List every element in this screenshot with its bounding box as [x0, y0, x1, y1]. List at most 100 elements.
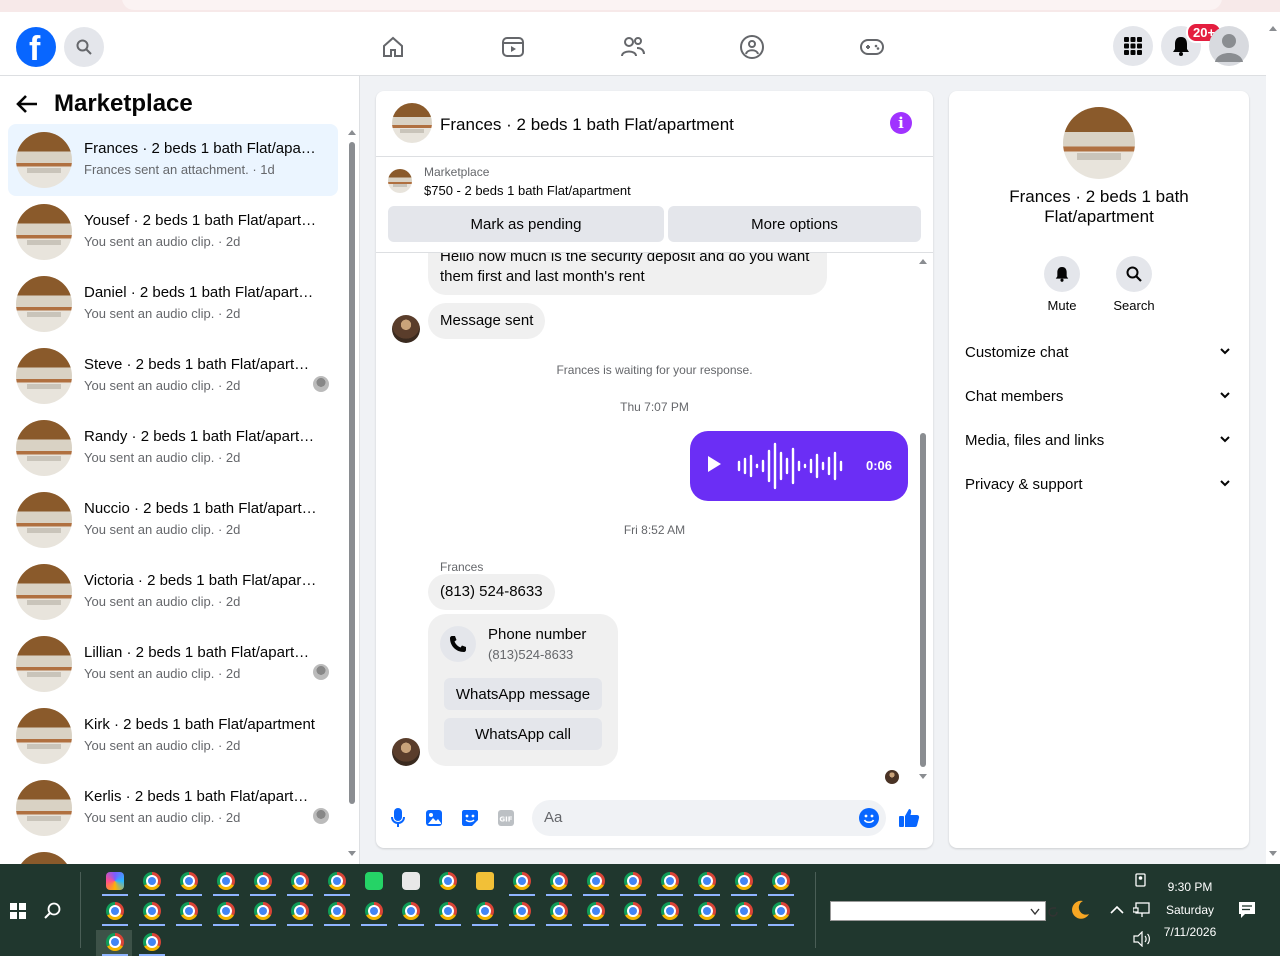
chrome-icon[interactable] — [476, 902, 494, 920]
chat-thumbnail[interactable] — [392, 103, 432, 143]
copilot-icon[interactable] — [106, 872, 124, 890]
chrome-icon[interactable] — [513, 902, 531, 920]
chrome-icon[interactable] — [661, 872, 679, 890]
refresh-icon[interactable] — [1047, 906, 1059, 918]
address-bar[interactable] — [122, 0, 1222, 10]
conversation-item[interactable]: Kerlis · 2 beds 1 bath Flat/apartment You… — [8, 772, 338, 844]
more-options-button[interactable]: More options — [668, 206, 921, 242]
sidebar-scrollbar[interactable] — [347, 128, 357, 864]
chrome-icon[interactable] — [439, 872, 457, 890]
chrome-icon[interactable] — [587, 872, 605, 890]
chrome-icon[interactable] — [291, 872, 309, 890]
chat-scrollbar[interactable] — [917, 257, 929, 781]
chrome-icon[interactable] — [624, 872, 642, 890]
chrome-icon[interactable] — [550, 872, 568, 890]
clock-date[interactable]: 7/11/2026 — [1160, 925, 1220, 939]
chrome-icon[interactable] — [735, 872, 753, 890]
chrome-icon[interactable] — [402, 902, 420, 920]
whatsapp-icon[interactable] — [365, 872, 383, 890]
chrome-icon[interactable] — [328, 902, 346, 920]
chrome-icon[interactable] — [550, 902, 568, 920]
mark-as-pending-button[interactable]: Mark as pending — [388, 206, 664, 242]
friends-nav[interactable] — [618, 32, 648, 62]
chrome-icon[interactable] — [143, 872, 161, 890]
scroll-down-icon[interactable] — [917, 773, 929, 781]
search-button[interactable] — [64, 27, 104, 67]
mute-action[interactable]: Mute — [1030, 256, 1094, 313]
message-input[interactable]: Aa — [532, 800, 886, 836]
scroll-up-icon[interactable] — [917, 257, 929, 265]
audio-message[interactable]: 0:06 — [690, 431, 908, 501]
groups-nav[interactable] — [737, 32, 767, 62]
search-action[interactable]: Search — [1102, 256, 1166, 313]
chrome-icon[interactable] — [365, 902, 383, 920]
scroll-up-icon[interactable] — [1267, 24, 1279, 32]
chrome-icon[interactable] — [106, 933, 124, 951]
chrome-icon[interactable] — [513, 872, 531, 890]
windows-start-icon[interactable] — [10, 903, 26, 919]
chrome-icon[interactable] — [328, 872, 346, 890]
conversation-item[interactable]: Randy · 2 beds 1 bath Flat/apartment You … — [8, 412, 338, 484]
menu-button[interactable] — [1113, 26, 1153, 66]
scroll-down-icon[interactable] — [347, 850, 357, 858]
emoji-icon[interactable] — [859, 808, 879, 828]
page-scrollbar[interactable] — [1266, 12, 1280, 864]
chrome-icon[interactable] — [698, 872, 716, 890]
moon-icon[interactable] — [1069, 899, 1091, 921]
chrome-icon[interactable] — [624, 902, 642, 920]
chat-title[interactable]: Frances · 2 beds 1 bath Flat/apartment — [440, 115, 734, 135]
details-thumbnail[interactable] — [1063, 107, 1135, 179]
chat-scroll-thumb[interactable] — [920, 433, 926, 767]
conversation-item[interactable]: Kirk · 2 beds 1 bath Flat/apartment You s… — [8, 700, 338, 772]
customize-chat-section[interactable]: Customize chat — [949, 331, 1249, 375]
scroll-up-icon[interactable] — [347, 128, 357, 136]
chrome-icon[interactable] — [217, 902, 235, 920]
conversation-item-partial[interactable] — [8, 844, 338, 864]
chrome-icon[interactable] — [180, 872, 198, 890]
chrome-icon[interactable] — [217, 872, 235, 890]
chevron-down-icon[interactable] — [1030, 908, 1040, 916]
chrome-icon[interactable] — [661, 902, 679, 920]
chrome-icon[interactable] — [698, 902, 716, 920]
chrome-icon[interactable] — [735, 902, 753, 920]
chrome-icon[interactable] — [587, 902, 605, 920]
notification-center-icon[interactable] — [1238, 901, 1256, 919]
conversation-item[interactable]: Steve · 2 beds 1 bath Flat/apartment You … — [8, 340, 338, 412]
whatsapp-message-button[interactable]: WhatsApp message — [444, 678, 602, 710]
attach-photo-button[interactable] — [423, 807, 445, 829]
chrome-icon[interactable] — [254, 902, 272, 920]
back-arrow-icon[interactable] — [16, 95, 38, 113]
chat-members-section[interactable]: Chat members — [949, 375, 1249, 419]
gif-button[interactable]: GIF — [495, 807, 517, 829]
sender-avatar[interactable] — [392, 738, 420, 766]
privacy-support-section[interactable]: Privacy & support — [949, 463, 1249, 507]
conversation-item[interactable]: Daniel · 2 beds 1 bath Flat/apartment You… — [8, 268, 338, 340]
conversation-item[interactable]: Frances · 2 beds 1 bath Flat/apartment Fr… — [8, 124, 338, 196]
conversation-item[interactable]: Victoria · 2 beds 1 bath Flat/apartment Y… — [8, 556, 338, 628]
whatsapp-call-button[interactable]: WhatsApp call — [444, 718, 602, 750]
chrome-icon[interactable] — [772, 872, 790, 890]
sticker-button[interactable] — [459, 807, 481, 829]
file-explorer-icon[interactable] — [476, 872, 494, 890]
facebook-logo[interactable]: f — [16, 27, 56, 68]
conversation-item[interactable]: Lillian · 2 beds 1 bath Flat/apartment Yo… — [8, 628, 338, 700]
info-icon[interactable]: i — [890, 112, 912, 134]
chrome-icon[interactable] — [106, 902, 124, 920]
like-button[interactable] — [898, 807, 920, 829]
scroll-down-icon[interactable] — [1267, 850, 1279, 858]
gaming-nav[interactable] — [857, 32, 887, 62]
chevron-up-icon[interactable] — [1110, 905, 1124, 915]
taskbar-search-icon[interactable] — [44, 902, 62, 920]
meet-now-icon[interactable] — [1135, 872, 1149, 888]
media-files-links-section[interactable]: Media, files and links — [949, 419, 1249, 463]
chrome-icon[interactable] — [143, 933, 161, 951]
clock-day[interactable]: Saturday — [1160, 903, 1220, 917]
chrome-icon[interactable] — [254, 872, 272, 890]
play-icon[interactable] — [708, 456, 721, 472]
taskbar-address-input[interactable] — [830, 901, 1046, 921]
paint-icon[interactable] — [402, 872, 420, 890]
chrome-icon[interactable] — [772, 902, 790, 920]
profile-avatar-button[interactable] — [1209, 26, 1249, 66]
volume-icon[interactable] — [1133, 931, 1151, 947]
chrome-icon[interactable] — [143, 902, 161, 920]
